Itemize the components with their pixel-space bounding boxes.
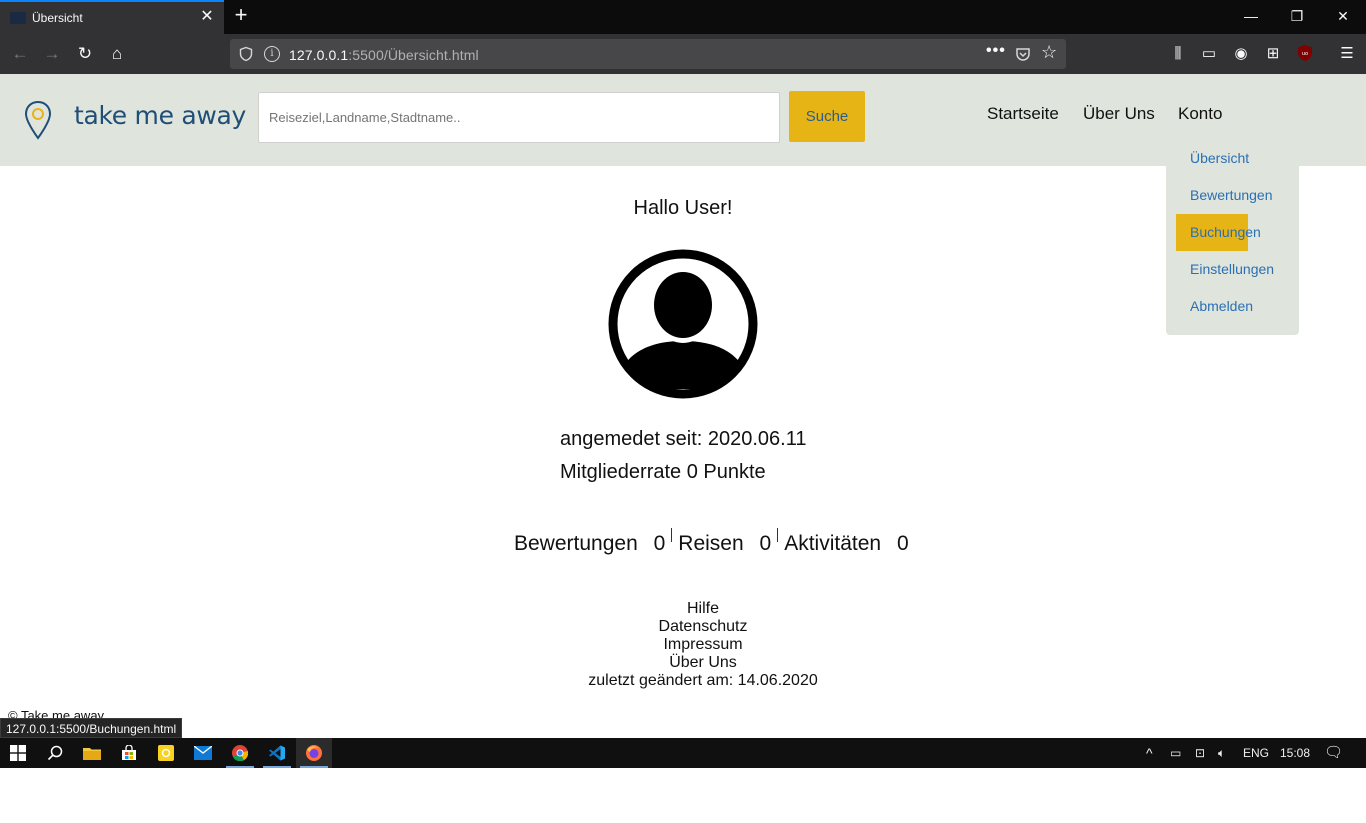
- greeting-heading: Hallo User!: [633, 197, 733, 219]
- notifications-icon[interactable]: 🗨︎: [1324, 738, 1343, 768]
- footer-link-ueber-uns[interactable]: Über Uns: [0, 654, 1366, 672]
- reload-icon[interactable]: ↻: [71, 40, 99, 68]
- user-avatar-icon: [608, 249, 758, 399]
- windows-taskbar: ^ ▭ ⊡ 🔈︎ ENG 15:08 🗨︎: [0, 738, 1366, 768]
- dropdown-item-einstellungen[interactable]: Einstellungen: [1176, 251, 1274, 288]
- bookmark-star-icon[interactable]: ☆: [1041, 42, 1057, 63]
- search-icon[interactable]: [37, 738, 73, 768]
- url-bar[interactable]: i 127.0.0.1:5500/Übersicht.html ••• ☆: [230, 39, 1066, 69]
- vscode-icon[interactable]: [259, 738, 295, 768]
- close-tab-icon[interactable]: ✕: [198, 8, 216, 26]
- forward-icon[interactable]: →: [38, 40, 66, 68]
- store-icon[interactable]: [111, 738, 147, 768]
- library-icon[interactable]: ⫼: [1168, 44, 1188, 64]
- account-dropdown-menu: Übersicht Bewertungen Buchungen Einstell…: [1166, 140, 1299, 335]
- location-pin-icon[interactable]: [24, 100, 52, 140]
- volume-icon[interactable]: 🔈︎: [1218, 738, 1225, 768]
- page-actions-icon[interactable]: •••: [986, 42, 1006, 60]
- footer-link-hilfe[interactable]: Hilfe: [0, 600, 1366, 618]
- url-text[interactable]: 127.0.0.1:5500/Übersicht.html: [289, 47, 479, 63]
- member-rate-text: Mitgliederrate 0 Punkte: [560, 461, 766, 483]
- tray-expand-icon[interactable]: ^: [1146, 738, 1153, 768]
- info-icon[interactable]: i: [264, 46, 280, 62]
- site-header: take me away Suche Startseite Über Uns K…: [0, 74, 1366, 166]
- dropdown-item-abmelden[interactable]: Abmelden: [1176, 288, 1253, 325]
- restore-icon[interactable]: ❐: [1274, 0, 1320, 34]
- back-icon[interactable]: ←: [6, 40, 34, 68]
- stat-value-reisen: 0: [759, 532, 772, 555]
- dropdown-item-uebersicht[interactable]: Übersicht: [1176, 140, 1249, 177]
- minimize-icon[interactable]: —: [1228, 0, 1274, 34]
- account-icon[interactable]: ◉: [1231, 44, 1251, 64]
- nav-startseite[interactable]: Startseite: [987, 104, 1059, 124]
- pocket-icon[interactable]: [1015, 46, 1031, 62]
- file-explorer-icon[interactable]: [74, 738, 110, 768]
- footer-link-impressum[interactable]: Impressum: [0, 636, 1366, 654]
- windows-start-icon[interactable]: [0, 738, 36, 768]
- footer-link-datenschutz[interactable]: Datenschutz: [0, 618, 1366, 636]
- browser-tab[interactable]: Übersicht ✕: [0, 0, 224, 34]
- member-since-text: angemedet seit: 2020.06.11: [560, 428, 807, 450]
- language-indicator[interactable]: ENG: [1243, 738, 1269, 768]
- site-logo-text[interactable]: take me away: [74, 101, 246, 130]
- clock-time[interactable]: 15:08: [1280, 738, 1310, 768]
- close-window-icon[interactable]: ✕: [1320, 0, 1366, 34]
- new-tab-icon[interactable]: +: [230, 4, 252, 27]
- sticky-app-icon[interactable]: [148, 738, 184, 768]
- ublock-icon[interactable]: uo: [1295, 44, 1315, 64]
- last-changed-text: zuletzt geändert am: 14.06.2020: [588, 672, 818, 689]
- firefox-icon[interactable]: [296, 738, 332, 768]
- favicon-icon: [10, 12, 26, 24]
- network-icon[interactable]: ⊡: [1195, 738, 1205, 768]
- menu-icon[interactable]: ☰: [1337, 44, 1357, 64]
- stat-value-bewertungen: 0: [653, 532, 666, 555]
- stat-label-bewertungen: Bewertungen: [514, 532, 638, 555]
- stat-label-aktivitaeten: Aktivitäten: [784, 532, 882, 555]
- browser-tab-bar: Übersicht ✕ + — ❐ ✕: [0, 0, 1366, 34]
- browser-nav-bar: ← → ↻ ⌂ i 127.0.0.1:5500/Übersicht.html …: [0, 34, 1366, 74]
- nav-konto[interactable]: Konto: [1178, 104, 1222, 124]
- svg-text:uo: uo: [1302, 51, 1308, 57]
- nav-ueber-uns[interactable]: Über Uns: [1083, 104, 1155, 124]
- search-input[interactable]: [258, 92, 780, 143]
- home-icon[interactable]: ⌂: [103, 40, 131, 68]
- stat-value-aktivitaeten: 0: [896, 532, 909, 555]
- running-indicator: [263, 766, 291, 768]
- stat-label-reisen: Reisen: [678, 532, 744, 555]
- running-indicator: [300, 766, 328, 768]
- chrome-icon[interactable]: [222, 738, 258, 768]
- tab-title: Übersicht: [32, 11, 83, 25]
- extension-icon[interactable]: ⊞: [1263, 44, 1283, 64]
- stats-row: Bewertungen 0 Reisen 0 Aktivitäten 0: [514, 528, 909, 556]
- search-button[interactable]: Suche: [789, 91, 865, 142]
- stat-divider: [671, 528, 673, 542]
- running-indicator: [226, 766, 254, 768]
- status-link-preview: 127.0.0.1:5500/Buchungen.html: [0, 718, 183, 738]
- mail-icon[interactable]: [185, 738, 221, 768]
- sidebar-icon[interactable]: ▭: [1199, 44, 1219, 64]
- shield-icon[interactable]: [238, 46, 254, 62]
- stat-divider: [777, 528, 779, 542]
- battery-icon[interactable]: ▭: [1170, 738, 1181, 768]
